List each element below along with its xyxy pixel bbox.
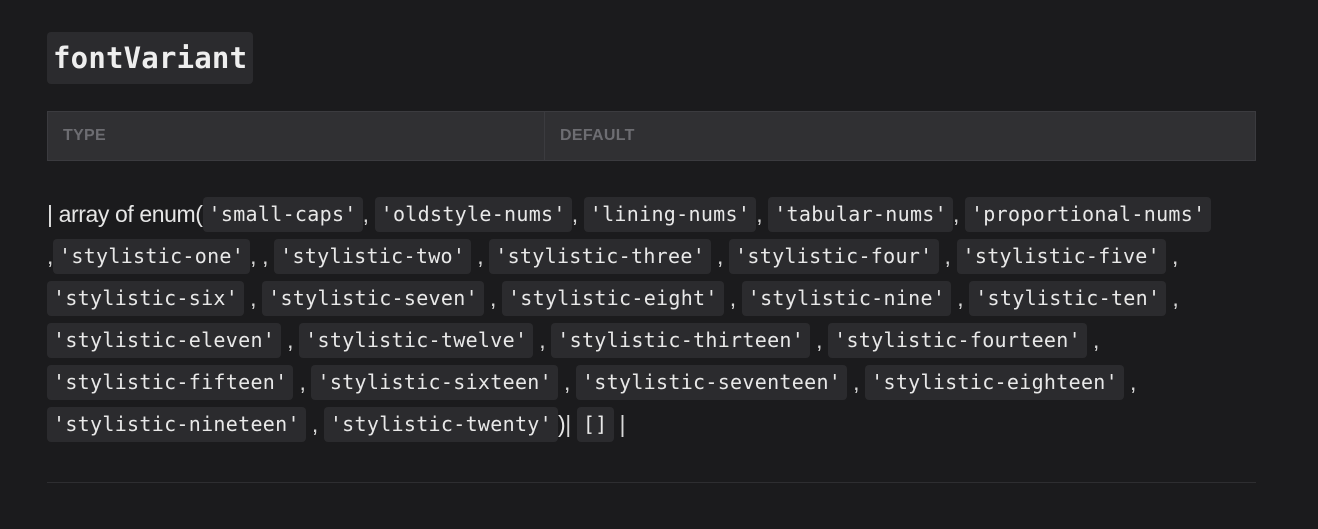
separator: , [299,369,306,395]
enum-value: 'stylistic-six' [47,281,245,316]
type-line: 'stylistic-nineteen' , 'stylistic-twenty… [47,403,1262,445]
enum-value: 'small-caps' [202,197,363,232]
enum-value: 'stylistic-eighteen' [865,365,1124,400]
enum-value: 'stylistic-ten' [969,281,1167,316]
separator: , [571,201,578,227]
enum-value: 'stylistic-seventeen' [575,365,848,400]
separator: , [287,327,294,353]
separator: , [1172,285,1179,311]
enum-value: 'stylistic-nineteen' [47,407,306,442]
separator: , [853,369,860,395]
pipe-separator: | [565,411,571,437]
enum-value: 'stylistic-four' [729,239,939,274]
type-line: 'stylistic-six' , 'stylistic-seven' , 's… [47,277,1262,319]
table-header-row: TYPE DEFAULT [47,111,1256,161]
default-value: [] [576,407,614,442]
separator: , [729,285,736,311]
separator: , [756,201,763,227]
separator: , [539,327,546,353]
type-line: 'stylistic-eleven' , 'stylistic-twelve' … [47,319,1262,361]
enum-value: 'stylistic-one' [53,239,251,274]
type-column-header: TYPE [47,111,545,161]
separator: , [816,327,823,353]
pipe-separator: | [619,411,626,437]
separator: , [489,285,496,311]
enum-value: 'stylistic-sixteen' [311,365,558,400]
enum-value: 'stylistic-eight' [501,281,724,316]
separator: , [250,285,257,311]
prop-name-heading: fontVariant [47,32,254,84]
enum-value: 'stylistic-two' [274,239,472,274]
separator: , [311,411,318,437]
separator: , [957,285,964,311]
separator: , [944,243,951,269]
enum-value: 'stylistic-fifteen' [47,365,294,400]
enum-value: 'stylistic-twelve' [299,323,534,358]
separator: , [1092,327,1099,353]
enum-value: 'oldstyle-nums' [374,197,572,232]
enum-value: 'stylistic-five' [956,239,1166,274]
prop-doc-section: fontVariant TYPE DEFAULT | array of enum… [0,0,1318,529]
type-line: | array of enum('small-caps', 'oldstyle-… [47,193,1262,235]
separator: , [362,201,369,227]
separator: , [952,201,959,227]
enum-value: 'proportional-nums' [964,197,1212,232]
enum-value: 'stylistic-nine' [741,281,952,316]
separator: , [477,243,484,269]
separator: , [1129,369,1136,395]
enum-value: 'stylistic-twenty' [323,407,558,442]
enum-prefix: | array of enum( [47,201,203,227]
enum-value: 'tabular-nums' [768,197,953,232]
default-column-header: DEFAULT [544,111,1256,161]
section-divider [47,482,1256,483]
enum-value: 'stylistic-three' [489,239,712,274]
separator: , [717,243,724,269]
type-line: 'stylistic-fifteen' , 'stylistic-sixteen… [47,361,1262,403]
enum-value: 'lining-nums' [583,197,757,232]
enum-value: 'stylistic-eleven' [47,323,282,358]
separator: , [1171,243,1178,269]
props-table: TYPE DEFAULT [47,111,1256,161]
enum-value: 'stylistic-seven' [262,281,484,316]
separator: , [563,369,570,395]
type-description: | array of enum('small-caps', 'oldstyle-… [47,193,1262,445]
enum-value: 'stylistic-thirteen' [551,323,811,358]
type-line: , 'stylistic-one', , 'stylistic-two' , 's… [47,235,1262,277]
separator: , , [250,243,269,269]
enum-value: 'stylistic-fourteen' [828,323,1087,358]
